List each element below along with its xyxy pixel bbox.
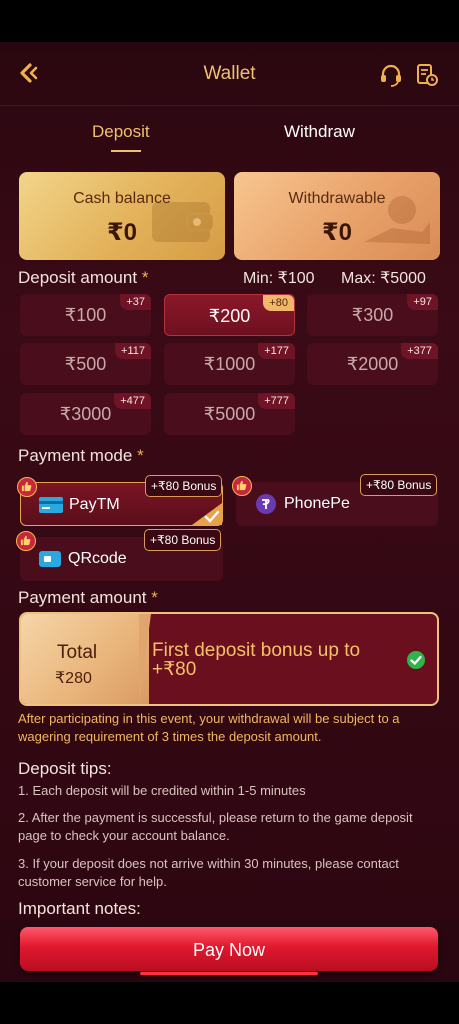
required-mark: * [141,268,149,287]
withdrawable-value: ₹0 [321,219,353,246]
payment-bonus-badge: +₹80 Bonus [145,475,223,497]
first-deposit-promo: First deposit bonus up to +₹80 [152,641,402,679]
cash-balance-card: Cash balance ₹0 [19,172,225,260]
paytm-card-icon [39,497,63,513]
amount-option-1000[interactable]: ₹1000 +177 [164,343,295,385]
total-label: Total [57,642,98,663]
amount-option-100[interactable]: ₹100 +37 [20,294,151,336]
amount-option-200[interactable]: ₹200 +80 [164,294,295,336]
important-notes-title: Important notes: [18,899,141,918]
status-bar [0,0,459,42]
amount-bonus-badge: +37 [120,294,151,310]
payment-total-banner: Total ₹280 First deposit bonus up to +₹8… [19,612,439,706]
payment-name: PayTM [69,496,120,513]
promo-line-1: First deposit bonus up to [152,640,361,661]
amount-bonus-badge: +377 [401,343,438,359]
payment-option-paytm[interactable]: PayTM +₹80 Bonus [17,475,223,526]
amount-option-3000[interactable]: ₹3000 +477 [20,393,151,435]
headset-icon [381,64,401,87]
payment-mode-label: Payment mode * [18,446,144,466]
qrcode-wallet-icon [39,551,61,567]
payment-name: QRcode [68,550,127,567]
deposit-history-button[interactable] [414,62,440,88]
tip-item: 3. If your deposit does not arrive withi… [18,856,399,889]
active-tab-indicator [111,150,141,152]
required-mark: * [137,446,144,465]
thumbs-up-icon [16,531,36,551]
payment-option-phonepe[interactable]: PhonePe +₹80 Bonus [232,474,438,526]
deposit-amount-label: Deposit amount * [18,268,148,288]
promo-line-2: +₹80 [152,659,197,680]
deposit-tips-title: Deposit tips: [18,759,112,778]
amount-option-300[interactable]: ₹300 +97 [307,294,438,336]
amount-bonus-badge: +97 [407,294,438,310]
tab-withdraw[interactable]: Withdraw [284,122,355,142]
payment-name: PhonePe [284,495,350,512]
required-mark: * [151,588,158,607]
button-glow [140,972,318,975]
total-panel-edge [139,614,151,704]
amount-option-5000[interactable]: ₹5000 +777 [164,393,295,435]
header: Wallet [0,42,459,106]
phonepe-icon [256,494,276,514]
wallet-screen: Wallet Deposit Withdraw Cash balance ₹0 … [0,42,459,982]
payment-bonus-badge: +₹80 Bonus [144,529,222,551]
thumbs-up-icon [232,476,252,496]
total-value: ₹280 [55,670,92,687]
withdrawable-label: Withdrawable [288,190,386,207]
tip-item: 1. Each deposit will be credited within … [18,783,306,798]
payment-bonus-badge: +₹80 Bonus [360,474,438,496]
pay-now-label: Pay Now [192,940,266,960]
selected-check-icon [192,503,222,525]
amount-option-2000[interactable]: ₹2000 +377 [307,343,438,385]
tip-item: 2. After the payment is successful, plea… [18,810,413,843]
payment-amount-label-text: Payment amount [18,588,147,607]
amount-bonus-badge: +777 [258,393,295,409]
amount-bonus-badge: +80 [263,295,294,311]
amount-bonus-badge: +117 [115,343,151,359]
pay-now-button[interactable]: Pay Now [20,927,438,975]
amount-bonus-badge: +477 [114,393,151,409]
payment-mode-label-text: Payment mode [18,446,133,465]
cash-balance-label: Cash balance [73,190,171,207]
deposit-max: Max: ₹5000 [341,270,426,287]
tab-deposit[interactable]: Deposit [92,122,150,142]
footer-bar: Pay Now [0,918,459,982]
deposit-amount-label-text: Deposit amount [18,268,138,287]
payment-amount-label: Payment amount * [18,588,158,608]
history-icon [417,64,438,86]
support-button[interactable] [378,62,404,88]
wagering-notice: After participating in this event, your … [18,711,400,744]
thumbs-up-icon [17,477,37,497]
deposit-min: Min: ₹100 [243,270,315,287]
navigation-bar [0,982,459,1024]
withdrawable-card: Withdrawable ₹0 [234,172,440,260]
amount-bonus-badge: +177 [258,343,295,359]
check-circle-icon[interactable] [407,651,425,669]
amount-option-500[interactable]: ₹500 +117 [20,343,151,385]
cash-balance-value: ₹0 [106,219,138,246]
payment-option-qrcode[interactable]: QRcode +₹80 Bonus [16,529,223,581]
